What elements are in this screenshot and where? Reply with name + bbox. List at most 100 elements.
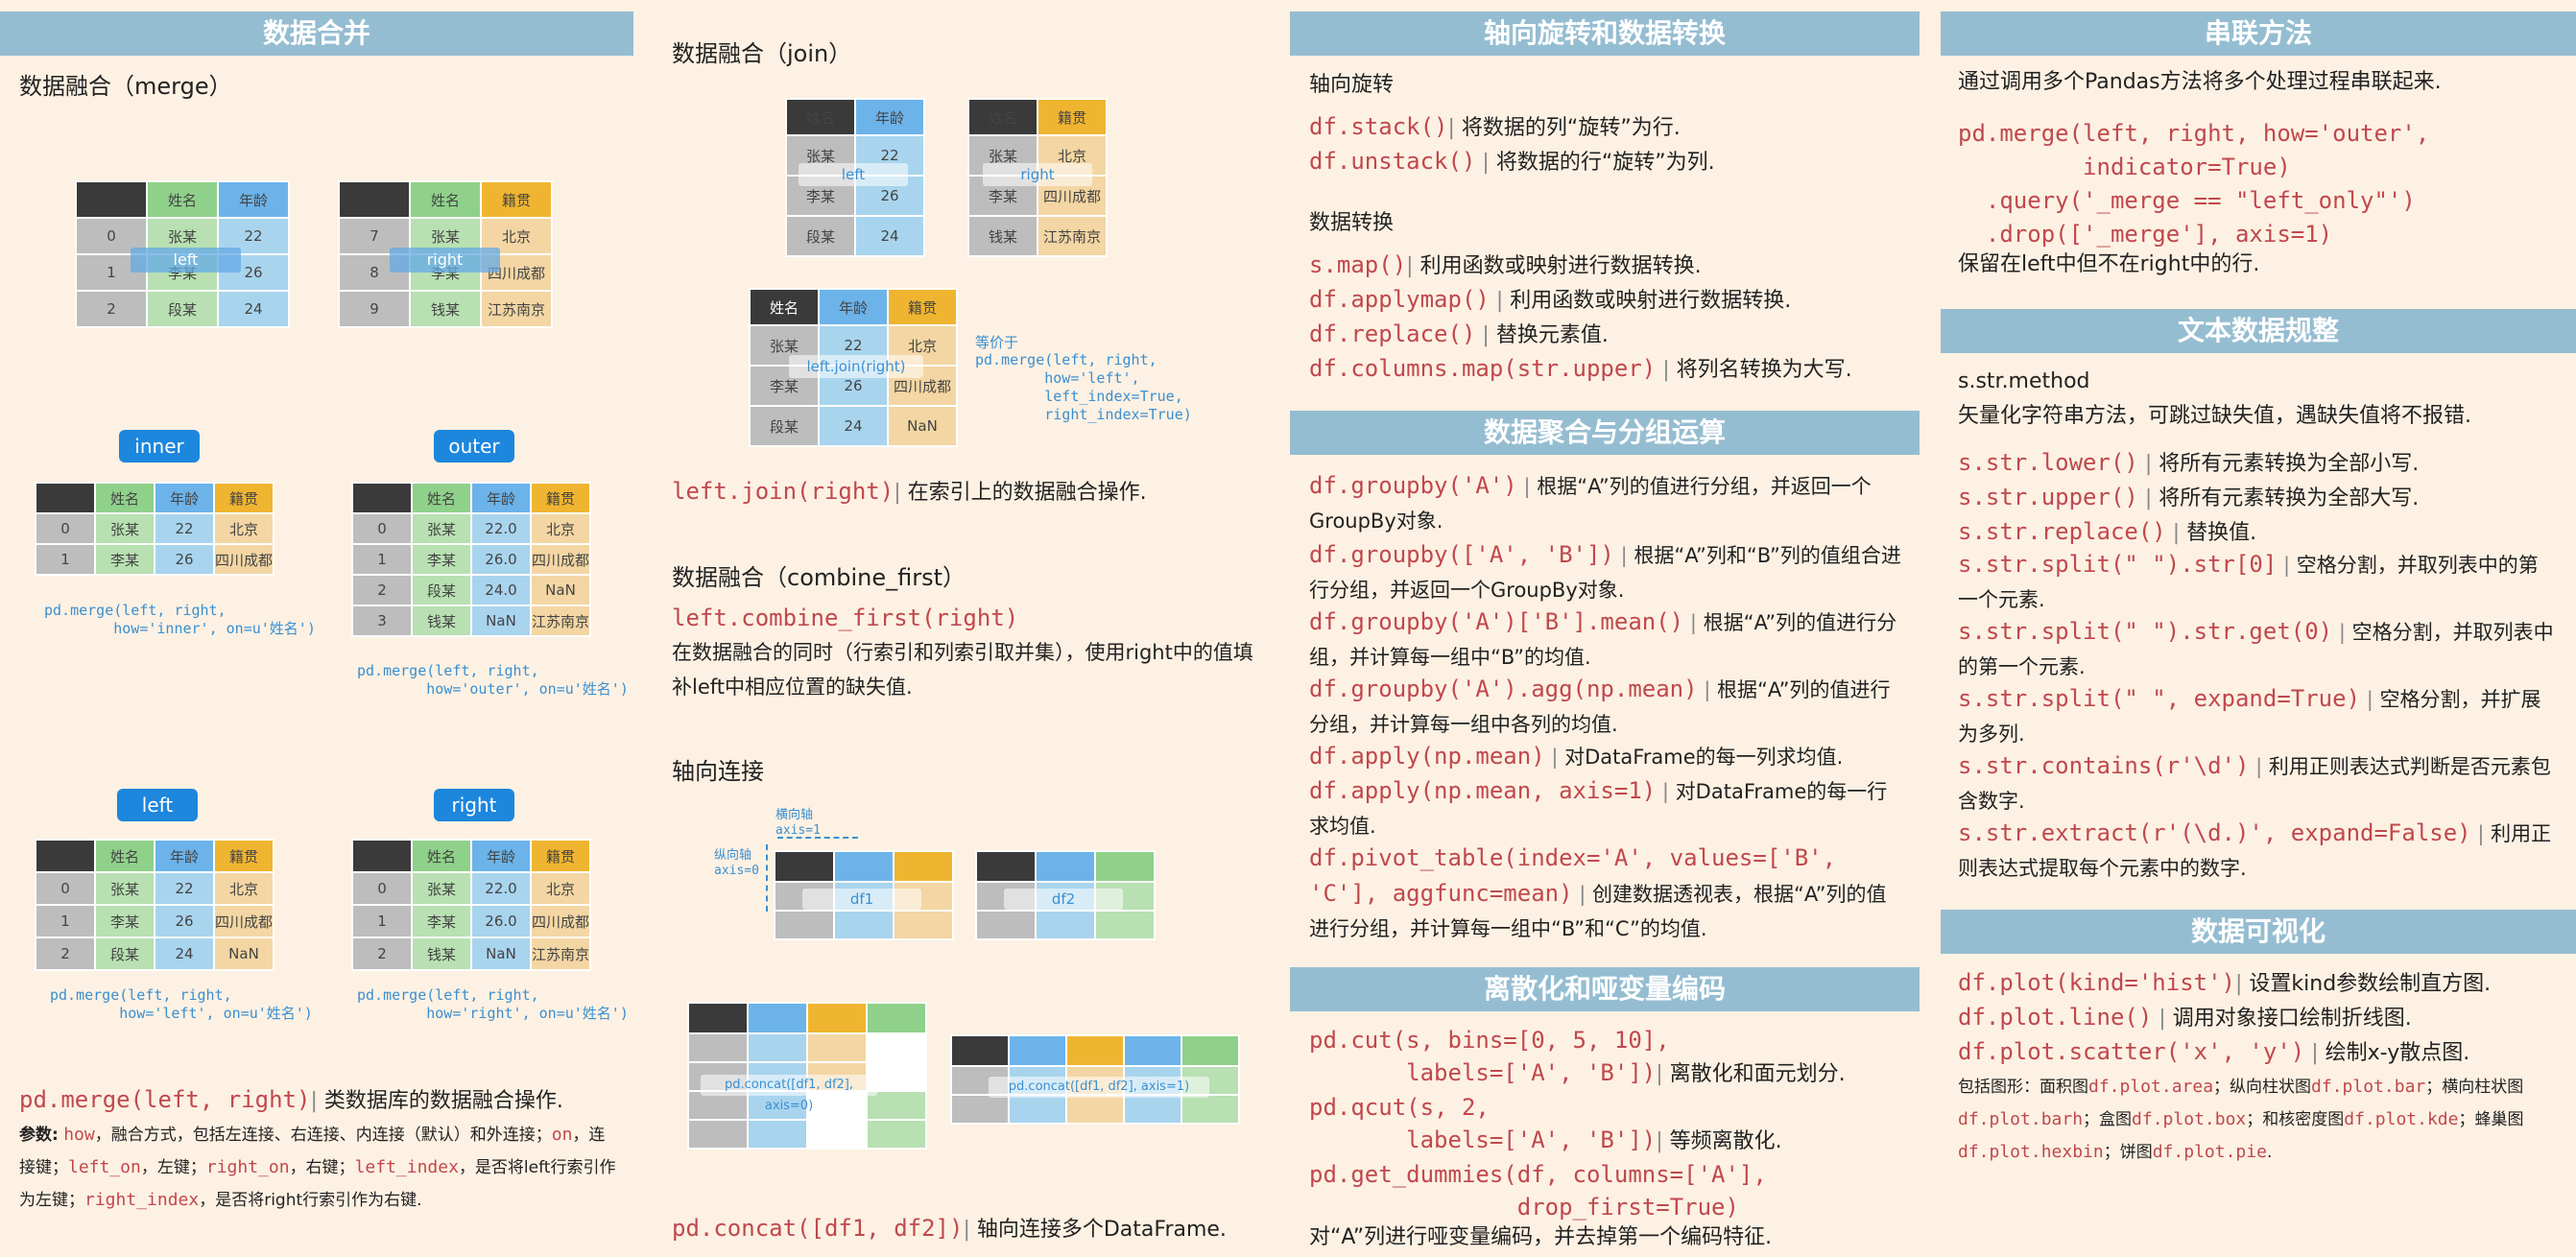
str-upper: s.str.upper() | 将所有元素转换为全部大写.: [1958, 480, 2419, 516]
code-snippet: df.apply(np.mean, axis=1): [1309, 777, 1657, 804]
text-fragment: |: [2234, 972, 2243, 996]
table-cell: [1065, 1034, 1125, 1067]
table-cell: [806, 1002, 868, 1034]
concat-title: 轴向连接: [672, 758, 764, 785]
table-cell: 段某: [785, 215, 856, 257]
text-fragment: |: [2311, 1041, 2319, 1065]
rotation-title: 轴向旋转: [1309, 73, 1395, 97]
table-cell: [893, 850, 954, 883]
section-header-text: 文本数据规整: [1941, 309, 2576, 353]
text-fragment: |: [2283, 554, 2291, 577]
text-fragment: |: [1406, 254, 1414, 278]
table-cell: 张某: [94, 512, 155, 545]
table-cell: 2: [351, 574, 413, 606]
text-fragment: ；蜂巢图: [2458, 1110, 2524, 1129]
table-cell: 段某: [94, 937, 155, 971]
cut-line1: pd.cut(s, bins=[0, 5, 10],: [1309, 1023, 1670, 1059]
join-title: 数据融合（join）: [672, 40, 852, 67]
section-header-data-merge: 数据合并: [0, 12, 633, 56]
table-cell: [351, 839, 413, 873]
table-cell: 姓名: [94, 839, 155, 873]
code-snippet: s.str.split(" ", expand=True): [1958, 685, 2361, 712]
text-fragment: ；和核密度图: [2246, 1110, 2345, 1129]
table-cell: 江苏南京: [530, 605, 591, 637]
table-cell: 籍贯: [530, 839, 591, 873]
table-cell: [866, 1002, 927, 1034]
merge-code: pd.merge(left, right): [19, 1086, 311, 1113]
plot-more: 包括图形：面积图df.plot.area；纵向柱状图df.plot.bar；横向…: [1958, 1071, 2553, 1169]
code-snippet: df.plot.area: [2088, 1077, 2214, 1097]
table-cell: 24: [818, 405, 889, 447]
code-snippet: df.plot.scatter('x', 'y'): [1958, 1038, 2305, 1065]
table-cell: 张某: [94, 871, 155, 906]
table-cell: 姓名: [409, 180, 482, 219]
table-cell: 22: [154, 512, 215, 545]
dummies-line1: pd.get_dummies(df, columns=['A'],: [1309, 1157, 1767, 1194]
table-cell: [1181, 1094, 1240, 1125]
table-cell: 年龄: [818, 288, 889, 326]
code-snippet: pd.qcut(s, 2,: [1309, 1094, 1490, 1121]
code-snippet: how: [63, 1125, 95, 1145]
table-cell: 江苏南京: [480, 290, 553, 328]
table-cell: 籍贯: [530, 482, 591, 514]
cf-code-line: left.combine_first(right): [672, 601, 1018, 637]
table-cell: [1094, 910, 1156, 940]
table-cell: 李某: [94, 904, 155, 938]
right-result-table: 姓名 年龄 籍贯 0 张某 22.0 北京 1 李某 26.0 四川成都 2 钱某 NaN 江苏南京: [351, 839, 591, 971]
apply2: df.apply(np.mean, axis=1) | 对DataFrame的每…: [1309, 773, 1904, 843]
table-cell: 0: [35, 871, 96, 906]
pivot: df.pivot_table(index='A', values=['B', '…: [1309, 841, 1904, 946]
text-fragment: |: [1661, 780, 1669, 803]
plot-hist: df.plot(kind='hist')| 设置kind参数绘制直方图.: [1958, 965, 2491, 1002]
table-cell: 2: [35, 937, 96, 971]
table-cell: [747, 1119, 808, 1150]
table-cell: [950, 1094, 1010, 1125]
table-cell: [687, 1119, 749, 1150]
text-fragment: |: [1482, 151, 1490, 175]
left-result-table: 姓名 年龄 籍贯 0 张某 22 北京 1 李某 26 四川成都 2 段某 24 NaN: [35, 839, 274, 971]
section-header-discretize: 离散化和哑变量编码: [1290, 967, 1920, 1011]
table-cell: [687, 1032, 749, 1063]
code-snippet: df.groupby('A')['B'].mean(): [1309, 608, 1684, 635]
table-cell: 姓名: [411, 839, 472, 873]
concat-axis0-label: pd.concat([df1, df2], axis=0): [701, 1075, 877, 1113]
code-snippet: right_index: [84, 1190, 200, 1210]
text-fragment: 包括图形：面积图: [1958, 1078, 2088, 1097]
apply1: df.apply(np.mean) | 对DataFrame的每一列求均值.: [1309, 739, 1904, 774]
table-cell: [1008, 1094, 1067, 1125]
join-result-overlay: left.join(right): [789, 355, 923, 378]
code-snippet: df.applymap(): [1309, 286, 1490, 313]
table-cell: 0: [351, 512, 413, 545]
plot-line: df.plot.line() | 调用对象接口绘制折线图.: [1958, 1000, 2412, 1036]
text-fragment: |: [2338, 621, 2346, 644]
code-snippet: df.groupby(['A', 'B']): [1309, 541, 1614, 568]
code-snippet: s.str.split(" ").str.get(0): [1958, 618, 2333, 645]
table-cell: [1094, 850, 1156, 883]
text-fragment: |: [1482, 323, 1490, 347]
colmap-line: df.columns.map(str.upper) | 将列名转换为大写.: [1309, 351, 1852, 388]
qcut-line1: pd.qcut(s, 2,: [1309, 1090, 1490, 1127]
right-label-overlay: right: [390, 248, 500, 273]
code-snippet: s.str.contains(r'\d'): [1958, 752, 2250, 779]
text-fragment: |: [2159, 1007, 2166, 1031]
table-cell: 姓名: [749, 288, 820, 326]
text-fragment: 将列名转换为大写.: [1676, 358, 1852, 382]
table-cell: 26: [154, 543, 215, 576]
code-snippet: pd.get_dummies(df, columns=['A'],: [1309, 1161, 1767, 1188]
join-note-label: 等价于: [975, 334, 1019, 351]
table-cell: [975, 910, 1037, 940]
code-snippet: right_on: [205, 1157, 290, 1177]
text-fragment: |: [310, 1089, 318, 1113]
table-cell: 段某: [411, 574, 472, 606]
df2-label: df2: [1004, 889, 1123, 910]
chain-code: pd.merge(left, right, how='outer', indic…: [1958, 120, 2430, 248]
table-cell: 0: [351, 871, 413, 906]
table-cell: [75, 180, 148, 219]
text-fragment: |: [2144, 486, 2153, 510]
concat-code: pd.concat([df1, df2]): [672, 1215, 964, 1242]
map-line: s.map()| 利用函数或映射进行数据转换.: [1309, 248, 1702, 284]
text-fragment: 利用函数或映射进行数据转换.: [1510, 289, 1792, 313]
outer-caption: pd.merge(left, right, how='outer', on=u'…: [357, 662, 629, 698]
inner-pill: inner: [119, 430, 200, 462]
table-cell: 1: [351, 904, 413, 938]
